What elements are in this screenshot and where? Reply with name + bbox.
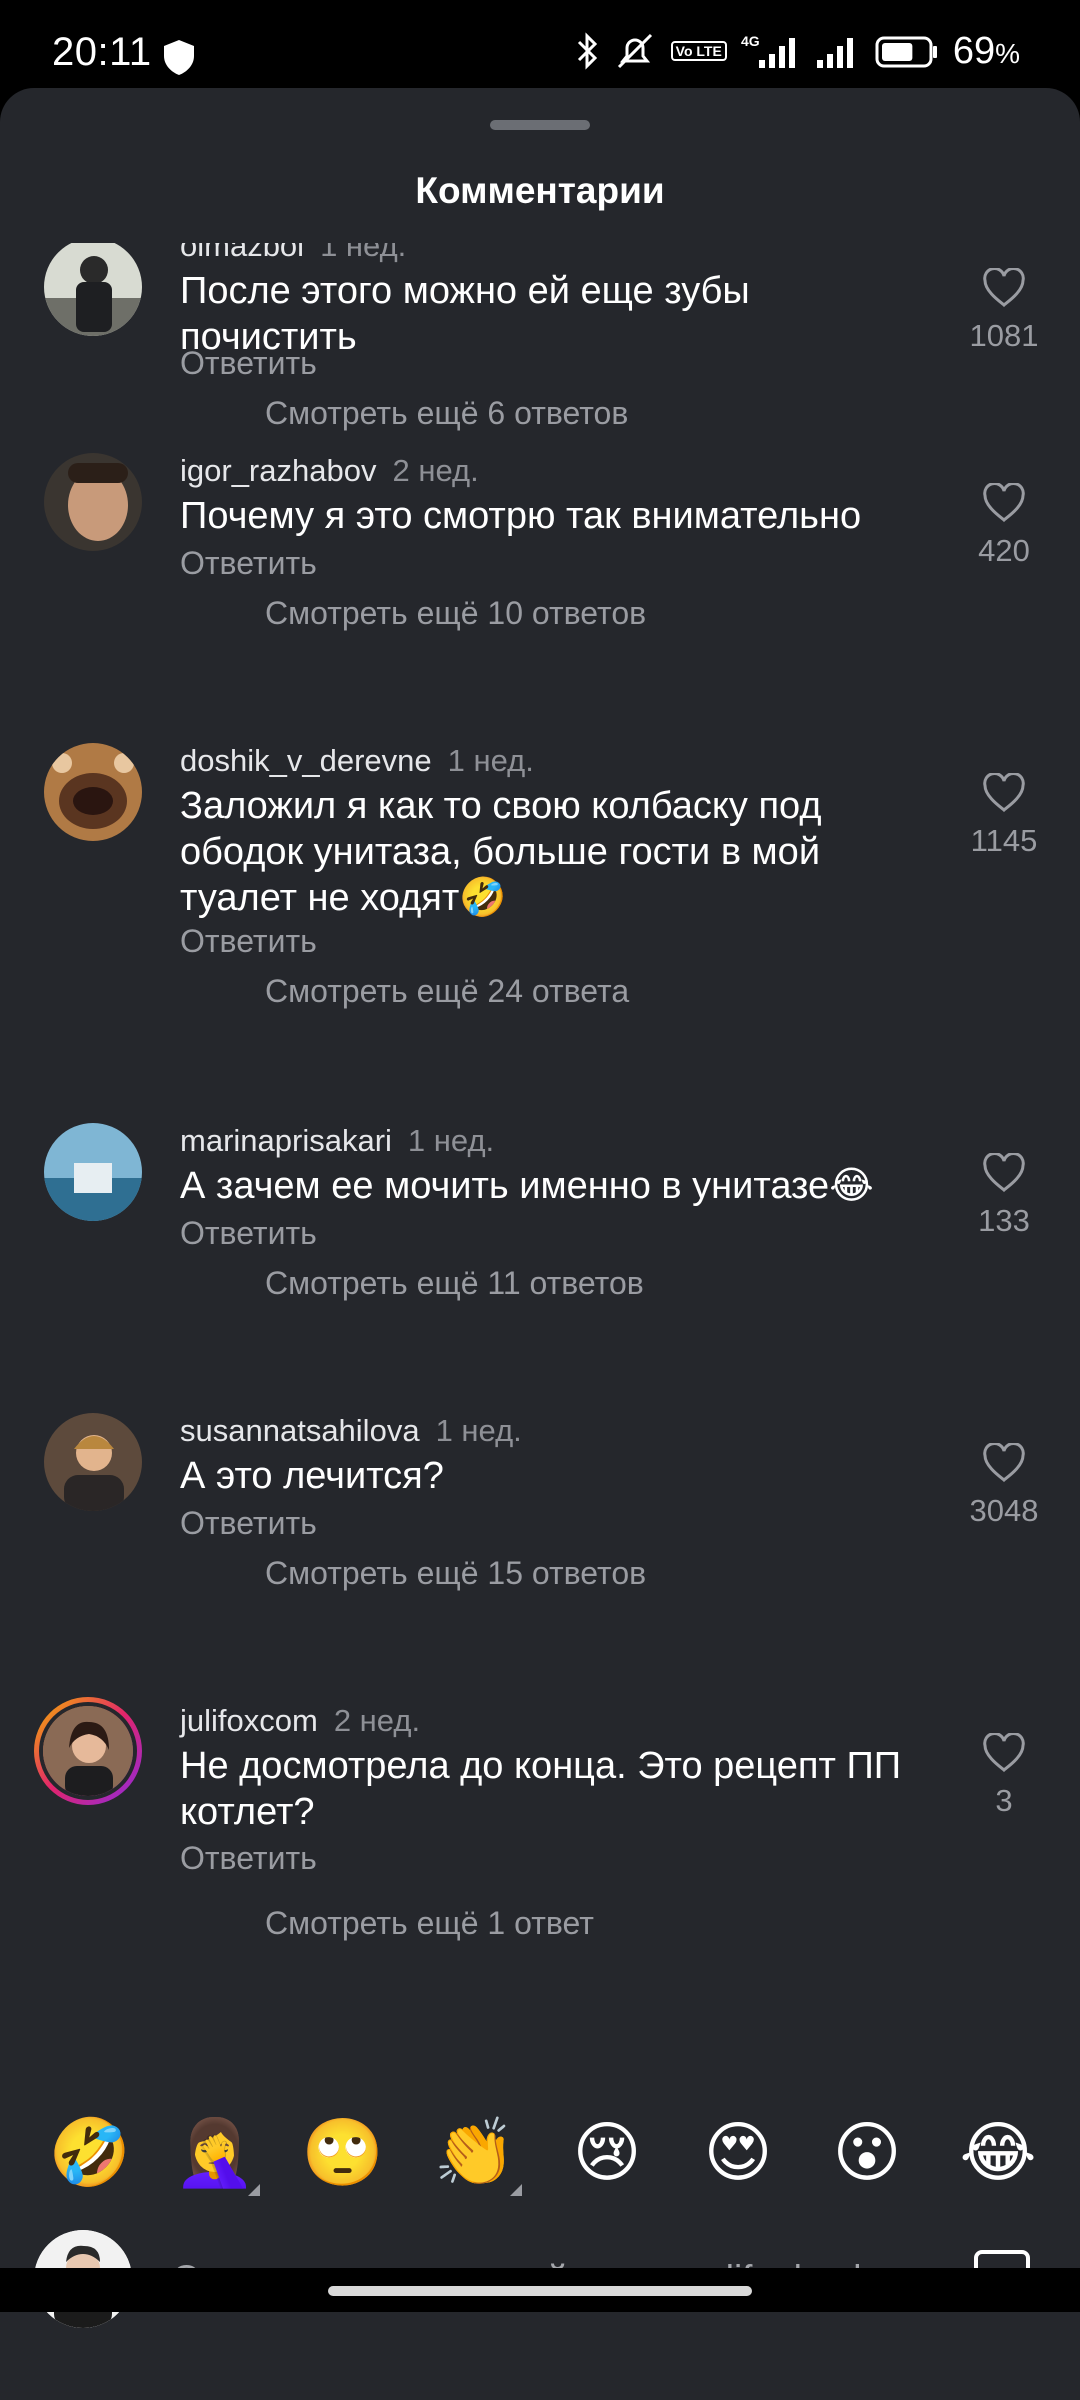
reply-button[interactable]: Ответить [180, 345, 317, 382]
emoji-button[interactable]: 🙄 [298, 2108, 388, 2198]
comment-text: А зачем ее мочить именно в унитазе😂 [180, 1165, 874, 1207]
comment-date: 1 нед. [407, 1123, 495, 1158]
comment-username-row: marinaprisakari 1 нед. [180, 1123, 494, 1159]
comment-date: 1 нед. [320, 243, 407, 263]
comment-text: Почему я это смотрю так внимательно [180, 495, 862, 537]
comment-username[interactable]: olmazbol [180, 243, 304, 263]
comment-list[interactable]: olmazbol 1 нед. После этого можно ей еще … [0, 243, 1080, 2088]
status-time: 20:11 [52, 30, 152, 74]
comment-text: А это лечится? [180, 1455, 444, 1497]
emoji-button[interactable]: 👏 [430, 2108, 520, 2198]
comment-username-row: susannatsahilova 1 нед. [180, 1413, 522, 1449]
like-count: 1081 [969, 318, 1039, 353]
avatar-with-story-ring[interactable] [34, 1697, 142, 1805]
battery-icon [875, 36, 937, 68]
battery-percent: 69 [952, 29, 996, 72]
like-button[interactable]: 133 [960, 1153, 1048, 1239]
heart-icon [983, 483, 1025, 523]
reply-button[interactable]: Ответить [180, 1505, 317, 1542]
status-icons: Vo LTE 4G 69% [575, 30, 1020, 72]
heart-icon [983, 1443, 1025, 1483]
like-count: 133 [978, 1203, 1030, 1238]
avatar[interactable] [44, 743, 142, 841]
view-more-replies[interactable]: Смотреть ещё 24 ответа [265, 973, 629, 1010]
emoji-button[interactable]: 😍 [693, 2108, 783, 2198]
skin-tone-indicator [248, 2184, 260, 2196]
heart-icon [983, 1153, 1025, 1193]
avatar[interactable] [44, 1123, 142, 1221]
view-more-replies[interactable]: Смотреть ещё 15 ответов [265, 1555, 646, 1592]
heart-icon [983, 1733, 1025, 1773]
sheet-title: Комментарии [415, 170, 665, 211]
comment-date: 1 нед. [447, 743, 534, 778]
emoji-button[interactable]: 🤣 [45, 2108, 135, 2198]
reply-button[interactable]: Ответить [180, 923, 317, 960]
comment-username[interactable]: julifoxcom [180, 1703, 318, 1738]
like-button[interactable]: 1081 [960, 268, 1048, 354]
volte-badge: Vo LTE [670, 41, 727, 61]
status-bar: 20:11 Vo LTE 4G 69% [0, 0, 1080, 88]
signal-4g-icon: 4G [741, 33, 795, 68]
home-indicator[interactable] [328, 2286, 752, 2296]
emoji-quick-bar: 🤣 🤦‍♀️ 🙄 👏 😢 😍 😮 😂 [0, 2108, 1080, 2218]
like-button[interactable]: 3 [960, 1733, 1048, 1819]
view-more-replies[interactable]: Смотреть ещё 6 ответов [265, 395, 628, 432]
heart-icon [983, 268, 1025, 308]
comment-username-row: igor_razhabov 2 нед. [180, 453, 479, 489]
like-button[interactable]: 420 [960, 483, 1048, 569]
like-button[interactable]: 3048 [960, 1443, 1048, 1529]
emoji-button[interactable]: 🤦‍♀️ [170, 2108, 260, 2198]
comment-username[interactable]: susannatsahilova [180, 1413, 420, 1448]
comment-username[interactable]: marinaprisakari [180, 1123, 392, 1158]
signal-icon [816, 38, 853, 68]
view-more-replies[interactable]: Смотреть ещё 11 ответов [265, 1265, 644, 1302]
svg-text:4G: 4G [741, 33, 760, 49]
comment-date: 2 нед. [392, 453, 479, 488]
shield-icon [164, 40, 194, 75]
sheet-drag-handle[interactable] [490, 120, 590, 130]
reply-button[interactable]: Ответить [180, 1840, 317, 1877]
like-count: 420 [978, 533, 1030, 568]
bluetooth-icon [577, 32, 597, 70]
emoji-button[interactable]: 😮 [822, 2108, 912, 2198]
comment-username-row: julifoxcom 2 нед. [180, 1703, 420, 1739]
comment-username-row: olmazbol 1 нед. [180, 243, 406, 264]
emoji-button[interactable]: 😢 [562, 2108, 652, 2198]
reply-button[interactable]: Ответить [180, 545, 317, 582]
like-count: 1145 [970, 823, 1038, 858]
view-more-replies[interactable]: Смотреть ещё 1 ответ [265, 1905, 594, 1942]
comment-text: Заложил я как то свою колбаску под ободо… [180, 785, 822, 919]
emoji-button[interactable]: 😂 [953, 2108, 1043, 2198]
battery-unit: % [995, 37, 1020, 69]
skin-tone-indicator [510, 2184, 522, 2196]
avatar[interactable] [44, 243, 142, 336]
comment-username-row: doshik_v_derevne 1 нед. [180, 743, 534, 779]
like-count: 3048 [969, 1493, 1039, 1528]
reply-button[interactable]: Ответить [180, 1215, 317, 1252]
comments-sheet: Комментарии olmazbol 1 нед. После этого м… [0, 88, 1080, 2400]
avatar[interactable] [44, 1413, 142, 1511]
heart-icon [983, 773, 1025, 813]
like-button[interactable]: 1145 [960, 773, 1048, 859]
alarm-off-icon [617, 33, 652, 69]
comment-date: 2 нед. [333, 1703, 421, 1738]
view-more-replies[interactable]: Смотреть ещё 10 ответов [265, 595, 646, 632]
comment-date: 1 нед. [435, 1413, 522, 1448]
avatar[interactable] [44, 453, 142, 551]
comment-username[interactable]: doshik_v_derevne [180, 743, 432, 778]
comment-username[interactable]: igor_razhabov [180, 453, 376, 488]
comment-text: Не досмотрела до конца. Это рецепт ПП ко… [180, 1745, 902, 1833]
like-count: 3 [995, 1783, 1013, 1818]
